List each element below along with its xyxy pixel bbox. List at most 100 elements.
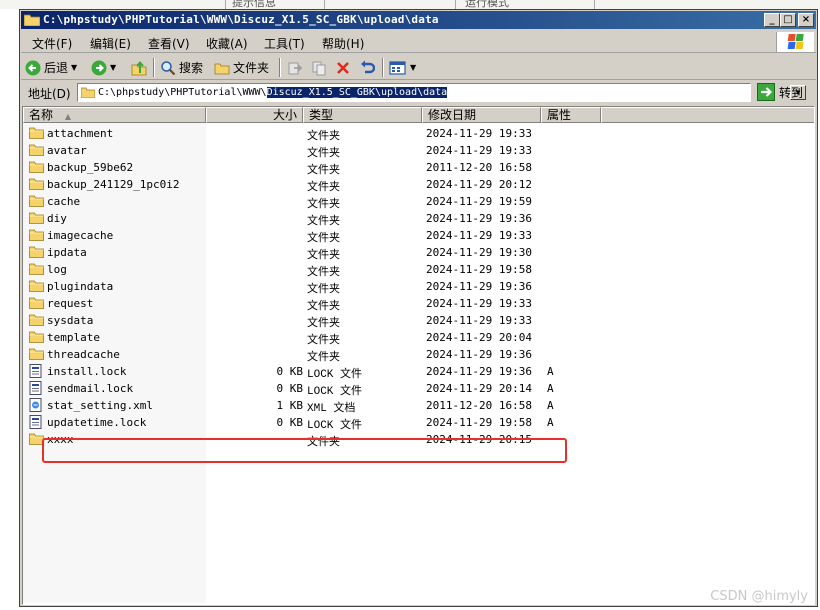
file-size: 0 KB: [276, 416, 304, 429]
copy-to-button[interactable]: [311, 58, 327, 77]
menu-file[interactable]: 文件(F): [32, 35, 72, 52]
folder-icon: [81, 87, 95, 98]
file-modified-date: 2024-11-29 19:36: [426, 348, 532, 361]
column-header-modified[interactable]: 修改日期: [422, 107, 541, 123]
menu-help[interactable]: 帮助(H): [322, 35, 364, 52]
column-header-attributes-label: 属性: [547, 108, 572, 122]
file-row[interactable]: imagecache 文件夹 2024-11-29 19:33: [23, 227, 814, 245]
toolbar-separator: [279, 58, 281, 77]
file-modified-date: 2024-11-29 19:36: [426, 365, 532, 378]
file-row[interactable]: backup_59be62 文件夹 2011-12-20 16:58: [23, 159, 814, 177]
xml-document-icon: [29, 398, 42, 415]
file-row[interactable]: threadcache 文件夹 2024-11-29 19:36: [23, 346, 814, 364]
file-modified-date: 2024-11-29 19:33: [426, 127, 532, 140]
forward-button[interactable]: ▼: [91, 58, 116, 77]
explorer-window: C:\phpstudy\PHPTutorial\WWW\Discuz_X1.5_…: [19, 9, 818, 607]
file-type: LOCK 文件: [307, 369, 363, 381]
file-list[interactable]: 名称 ▲ 大小 类型 修改日期 属性 attachment 文件夹 2024-11-…: [22, 106, 815, 605]
folder-icon: [29, 126, 44, 142]
file-modified-date: 2024-11-29 19:33: [426, 297, 532, 310]
address-input[interactable]: C:\phpstudy\PHPTutorial\WWW\Discuz_X1.5_…: [77, 83, 806, 102]
file-row[interactable]: ipdata 文件夹 2024-11-29 19:30: [23, 244, 814, 262]
menu-view[interactable]: 查看(V): [148, 35, 190, 52]
column-header-name[interactable]: 名称 ▲: [23, 107, 206, 123]
chevron-down-icon[interactable]: ▼: [110, 63, 116, 72]
folder-icon: [29, 330, 44, 346]
file-row[interactable]: sysdata 文件夹 2024-11-29 19:33: [23, 312, 814, 330]
file-name: template: [47, 331, 100, 344]
folder-icon: [29, 143, 44, 159]
file-row[interactable]: stat_setting.xml 1 KB XML 文档 2011-12-20 16:…: [23, 397, 814, 415]
go-arrow-icon: [757, 83, 775, 101]
chevron-down-icon[interactable]: ▼: [71, 63, 77, 72]
close-button[interactable]: ×: [798, 13, 814, 27]
delete-button[interactable]: [335, 58, 351, 77]
file-type: 文件夹: [307, 335, 340, 347]
chevron-down-icon[interactable]: ▼: [410, 63, 416, 72]
file-type: LOCK 文件: [307, 420, 363, 432]
file-type: 文件夹: [307, 199, 340, 211]
file-type: 文件夹: [307, 301, 340, 313]
lock-file-icon: [29, 381, 42, 398]
back-button[interactable]: 后退 ▼: [25, 58, 77, 77]
column-header-modified-label: 修改日期: [428, 108, 477, 122]
undo-button[interactable]: [359, 58, 375, 77]
file-row[interactable]: plugindata 文件夹 2024-11-29 19:36: [23, 278, 814, 296]
file-row[interactable]: cache 文件夹 2024-11-29 19:59: [23, 193, 814, 211]
file-row[interactable]: diy 文件夹 2024-11-29 19:36: [23, 210, 814, 228]
folders-button[interactable]: 文件夹: [214, 58, 269, 77]
search-label: 搜索: [179, 61, 204, 75]
toolbar-separator: [382, 58, 384, 77]
file-name: backup_59be62: [47, 161, 134, 174]
file-row[interactable]: sendmail.lock 0 KB LOCK 文件 2024-11-29 20:14…: [23, 380, 814, 398]
minimize-button[interactable]: _: [764, 13, 780, 27]
views-button[interactable]: ▼: [389, 58, 416, 77]
file-row[interactable]: updatetime.lock 0 KB LOCK 文件 2024-11-29 19:…: [23, 414, 814, 432]
file-modified-date: 2011-12-20 16:58: [426, 161, 532, 174]
file-name: install.lock: [47, 365, 127, 378]
file-modified-date: 2024-11-29 19:36: [426, 212, 532, 225]
menu-bar: 文件(F) 编辑(E) 查看(V) 收藏(A) 工具(T) 帮助(H): [21, 31, 816, 53]
forward-arrow-icon: [91, 60, 107, 75]
folder-icon: [29, 211, 44, 227]
file-type: 文件夹: [307, 165, 340, 177]
address-path: C:\phpstudy\PHPTutorial\WWW\Discuz_X1.5_…: [98, 87, 448, 98]
search-button[interactable]: 搜索: [160, 58, 203, 77]
up-folder-button[interactable]: [131, 58, 147, 77]
column-header-size[interactable]: 大小: [206, 107, 303, 123]
file-type: 文件夹: [307, 267, 340, 279]
file-row[interactable]: attachment 文件夹 2024-11-29 19:33: [23, 125, 814, 143]
highlight-box: [42, 438, 567, 463]
file-row[interactable]: log 文件夹 2024-11-29 19:58: [23, 261, 814, 279]
file-size: 1 KB: [276, 399, 304, 412]
column-header-type[interactable]: 类型: [303, 107, 422, 123]
column-header-size-label: 大小: [272, 108, 297, 122]
title-bar[interactable]: C:\phpstudy\PHPTutorial\WWW\Discuz_X1.5_…: [21, 11, 816, 29]
file-row[interactable]: avatar 文件夹 2024-11-29 19:33: [23, 142, 814, 160]
file-name: sendmail.lock: [47, 382, 134, 395]
file-row[interactable]: request 文件夹 2024-11-29 19:33: [23, 295, 814, 313]
file-size: 0 KB: [276, 382, 304, 395]
file-row[interactable]: install.lock 0 KB LOCK 文件 2024-11-29 19:36 A: [23, 363, 814, 381]
lock-file-icon: [29, 415, 42, 432]
menu-edit[interactable]: 编辑(E): [90, 35, 131, 52]
file-name: sysdata: [47, 314, 94, 327]
go-button[interactable]: 转到: [757, 83, 803, 101]
copy-to-icon: [312, 61, 326, 75]
maximize-button[interactable]: □: [780, 13, 796, 27]
folder-icon: [29, 160, 44, 176]
menu-tools[interactable]: 工具(T): [264, 35, 305, 52]
file-modified-date: 2024-11-29 19:33: [426, 314, 532, 327]
column-header-attributes[interactable]: 属性: [541, 107, 601, 123]
file-modified-date: 2024-11-29 19:58: [426, 416, 532, 429]
file-row[interactable]: template 文件夹 2024-11-29 20:04: [23, 329, 814, 347]
menu-favorites[interactable]: 收藏(A): [206, 35, 248, 52]
column-header-type-label: 类型: [309, 108, 334, 122]
file-row[interactable]: backup_241129_1pc0i2 文件夹 2024-11-29 20:12: [23, 176, 814, 194]
file-attributes: A: [547, 382, 554, 395]
file-modified-date: 2024-11-29 20:04: [426, 331, 532, 344]
window-title: C:\phpstudy\PHPTutorial\WWW\Discuz_X1.5_…: [43, 13, 439, 26]
move-to-button[interactable]: [287, 58, 303, 77]
folders-label: 文件夹: [233, 61, 270, 75]
file-attributes: A: [547, 416, 554, 429]
